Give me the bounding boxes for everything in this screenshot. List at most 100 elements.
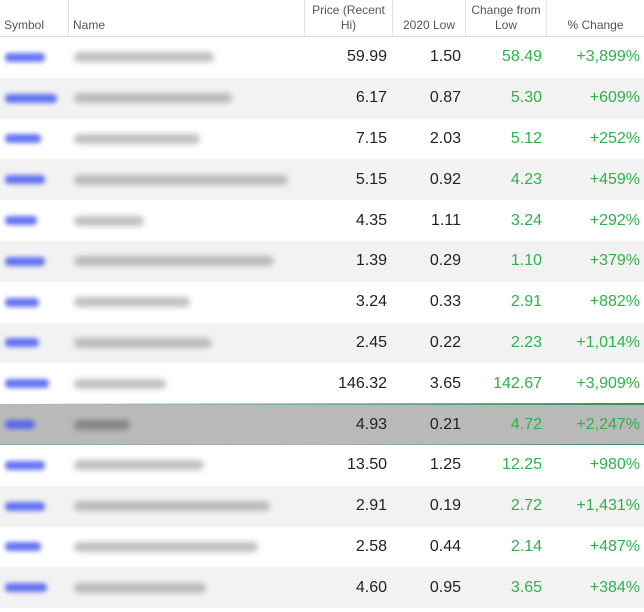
price-cell: 2.58	[355, 537, 387, 555]
low-cell: 2.03	[429, 129, 461, 147]
price-cell: 1.39	[355, 252, 387, 270]
redacted-name	[74, 378, 166, 389]
symbol-link[interactable]	[0, 200, 69, 241]
redacted-name	[74, 297, 190, 308]
price-cell: 7.15	[355, 129, 387, 147]
column-header-change-from-low[interactable]: Change from Low	[466, 0, 547, 36]
redacted-symbol	[5, 216, 37, 226]
redacted-name	[74, 215, 144, 226]
symbol-link[interactable]	[0, 159, 69, 200]
pct-change-cell: +3,899%	[576, 48, 640, 66]
table-row[interactable]: 3.24 0.33 2.91 +882%	[0, 281, 644, 323]
table-row[interactable]: 7.15 2.03 5.12 +252%	[0, 118, 644, 160]
column-header-pct-change[interactable]: % Change	[547, 0, 644, 36]
change-cell: 2.14	[510, 537, 542, 555]
column-header-price[interactable]: Price (Recent Hi)	[305, 0, 393, 36]
symbol-link[interactable]	[0, 363, 69, 404]
company-name	[69, 445, 305, 486]
table-row[interactable]: 2.45 0.22 2.23 +1,014%	[0, 322, 644, 364]
change-cell: 4.72	[510, 415, 542, 433]
change-cell: 12.25	[501, 456, 542, 474]
redacted-name	[74, 582, 206, 593]
table-row[interactable]: 5.15 0.92 4.23 +459%	[0, 159, 644, 201]
pct-change-cell: +459%	[589, 170, 640, 188]
redacted-name	[74, 93, 232, 104]
table-row[interactable]: 146.32 3.65 142.67 +3,909%	[0, 363, 644, 405]
column-header-name[interactable]: Name	[69, 0, 305, 36]
redacted-name	[74, 541, 258, 552]
price-cell: 6.17	[355, 89, 387, 107]
redacted-symbol	[5, 175, 45, 185]
low-cell: 0.33	[429, 293, 461, 311]
table-row[interactable]: 4.60 0.95 3.65 +384%	[0, 567, 644, 609]
price-cell: 4.35	[355, 211, 387, 229]
column-header-2020-low[interactable]: 2020 Low	[393, 0, 466, 36]
price-cell: 5.15	[355, 170, 387, 188]
table-header: Symbol Name Price (Recent Hi) 2020 Low C…	[0, 0, 644, 37]
low-cell: 0.22	[429, 333, 461, 351]
table-row[interactable]: 13.50 1.25 12.25 +980%	[0, 444, 644, 486]
table-row[interactable]: 4.35 1.11 3.24 +292%	[0, 200, 644, 241]
column-header-symbol[interactable]: Symbol	[0, 0, 69, 36]
table-row[interactable]: 1.39 0.29 1.10 +379%	[0, 240, 644, 282]
stock-table: Symbol Name Price (Recent Hi) 2020 Low C…	[0, 0, 644, 609]
redacted-symbol	[5, 134, 41, 144]
table-row[interactable]: 2.91 0.19 2.72 +1,431%	[0, 485, 644, 527]
pct-change-cell: +1,014%	[576, 333, 640, 351]
pct-change-cell: +487%	[589, 537, 640, 555]
change-cell: 58.49	[501, 48, 542, 66]
redacted-name	[74, 256, 274, 267]
low-cell: 0.87	[429, 89, 461, 107]
pct-change-cell: +252%	[589, 129, 640, 147]
redacted-name	[74, 337, 212, 348]
change-cell: 2.91	[510, 293, 542, 311]
redacted-name	[74, 52, 214, 63]
symbol-link[interactable]	[0, 282, 69, 323]
symbol-link[interactable]	[0, 37, 69, 78]
table-row[interactable]: 6.17 0.87 5.30 +609%	[0, 77, 644, 119]
company-name	[69, 241, 305, 282]
price-cell: 146.32	[338, 374, 387, 392]
change-cell: 1.10	[510, 252, 542, 270]
change-cell: 2.23	[510, 333, 542, 351]
redacted-symbol	[5, 52, 45, 62]
low-cell: 1.50	[429, 48, 461, 66]
symbol-link[interactable]	[0, 119, 69, 160]
redacted-name	[74, 419, 130, 430]
redacted-symbol	[5, 583, 47, 593]
symbol-link[interactable]	[0, 241, 69, 282]
low-cell: 1.25	[429, 456, 461, 474]
pct-change-cell: +3,909%	[576, 374, 640, 392]
symbol-link[interactable]	[0, 78, 69, 119]
table-row[interactable]: 59.99 1.50 58.49 +3,899%	[0, 37, 644, 78]
redacted-symbol	[5, 256, 45, 266]
price-cell: 59.99	[346, 48, 387, 66]
price-cell: 2.91	[355, 497, 387, 515]
price-cell: 13.50	[346, 456, 387, 474]
symbol-link[interactable]	[0, 445, 69, 486]
company-name	[69, 37, 305, 78]
symbol-link[interactable]	[0, 567, 69, 608]
redacted-symbol	[5, 93, 57, 103]
redacted-name	[74, 133, 200, 144]
table-row[interactable]: 2.58 0.44 2.14 +487%	[0, 526, 644, 568]
change-cell: 2.72	[510, 497, 542, 515]
symbol-link[interactable]	[0, 486, 69, 527]
symbol-link[interactable]	[0, 527, 69, 568]
symbol-link[interactable]	[0, 323, 69, 364]
low-cell: 0.95	[429, 578, 461, 596]
symbol-link[interactable]	[0, 404, 69, 445]
pct-change-cell: +292%	[589, 211, 640, 229]
pct-change-cell: +384%	[589, 578, 640, 596]
low-cell: 0.44	[429, 537, 461, 555]
low-cell: 0.92	[429, 170, 461, 188]
low-cell: 0.21	[429, 415, 461, 433]
low-cell: 0.29	[429, 252, 461, 270]
redacted-symbol	[5, 379, 49, 389]
change-cell: 4.23	[510, 170, 542, 188]
table-row-selected[interactable]: 4.93 0.21 4.72 +2,247%	[0, 403, 644, 446]
company-name	[69, 363, 305, 404]
change-cell: 5.30	[510, 89, 542, 107]
company-name	[69, 567, 305, 608]
redacted-name	[74, 460, 204, 471]
